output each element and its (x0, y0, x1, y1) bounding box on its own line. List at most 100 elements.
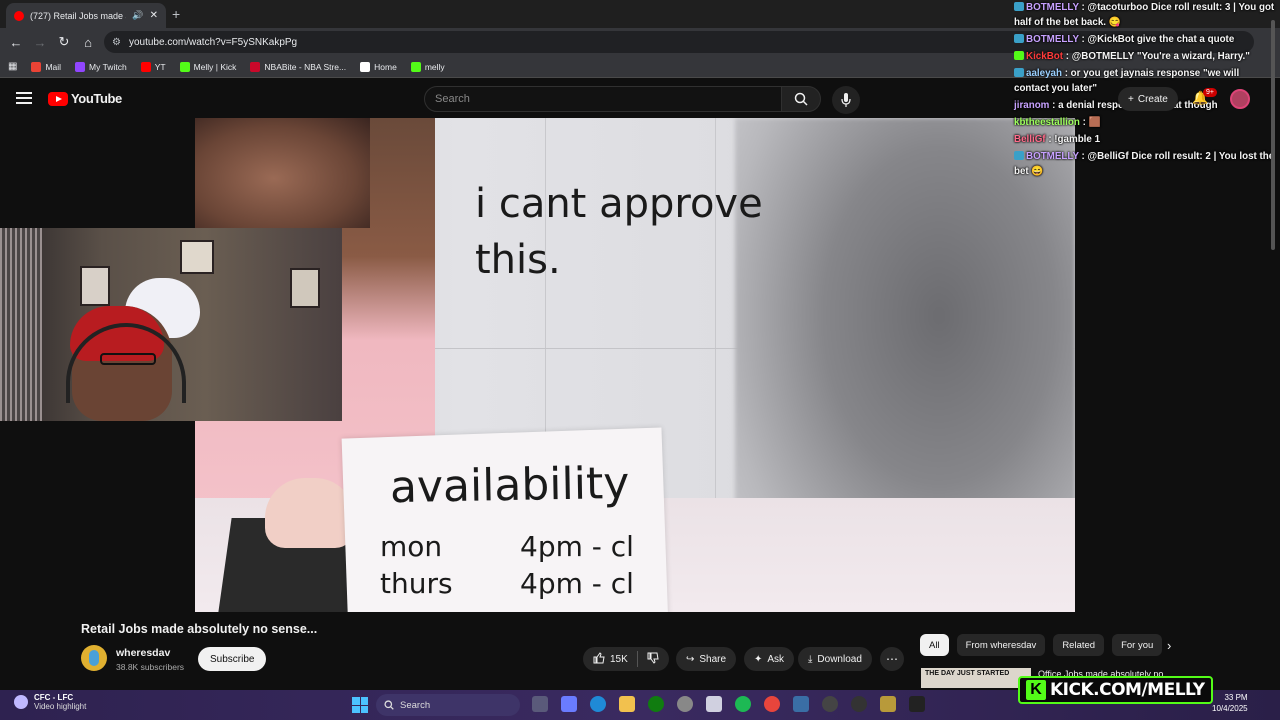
channel-name[interactable]: wheresdav (116, 647, 170, 659)
copilot-icon[interactable] (561, 696, 577, 712)
chat-message: kbtheestallion : 🟫 (1014, 115, 1276, 130)
task-view-icon[interactable] (532, 696, 548, 712)
tab-close-icon[interactable]: ✕ (150, 10, 158, 21)
news-widget[interactable]: CFC - LFC Video highlight (14, 693, 86, 711)
sub-badge-icon (1014, 68, 1024, 77)
chat-message: BelliGf : !gamble 1 (1014, 132, 1276, 147)
bot-badge-icon (1014, 34, 1024, 43)
widget-subtitle: Video highlight (34, 702, 87, 711)
taskbar-search[interactable]: Search (376, 694, 520, 716)
bookmark-home[interactable]: Home (360, 61, 397, 72)
new-tab-icon[interactable]: + (172, 6, 180, 22)
file-explorer-icon[interactable] (619, 696, 635, 712)
photos-icon[interactable] (793, 696, 809, 712)
spotify-icon[interactable] (735, 696, 751, 712)
search-icon (384, 700, 394, 710)
bookmark-melly[interactable]: melly (410, 61, 445, 72)
bookmark-melly-kick[interactable]: Melly | Kick (179, 61, 237, 72)
page-scrollbar[interactable] (1271, 20, 1275, 250)
bookmark-label: NBABite - NBA Stre... (264, 61, 347, 72)
chat-text: : @BOTMELLY "You're a wizard, Harry." (1065, 51, 1250, 62)
store-icon[interactable] (706, 696, 722, 712)
chat-username: kbtheestallion (1014, 117, 1080, 128)
app-icon[interactable] (909, 696, 925, 712)
home-icon[interactable]: ⌂ (76, 35, 100, 50)
bookmark-label: Melly | Kick (193, 61, 237, 72)
recommendation-thumbnail[interactable]: THE DAY JUST STARTED (921, 668, 1031, 688)
subscriber-count: 38.8K subscribers (116, 662, 185, 672)
recommendation-chips: All From wheresdav Related For you (920, 634, 1163, 656)
chevron-right-icon[interactable]: › (1167, 638, 1171, 653)
paper-time: 4pm - cl (520, 530, 634, 563)
webcam-blinds (0, 228, 42, 421)
download-button[interactable]: ⤓ Download (798, 647, 872, 671)
channel-avatar[interactable] (81, 645, 107, 671)
bookmark-label: Mail (45, 61, 62, 72)
subscribe-button[interactable]: Subscribe (198, 647, 267, 671)
bookmark-mail[interactable]: Mail (31, 61, 62, 72)
widget-icon (14, 695, 28, 709)
video-title: Retail Jobs made absolutely no sense... (81, 622, 318, 636)
bookmark-label: Home (374, 61, 397, 72)
chat-username: jiranom (1014, 100, 1050, 111)
dislike-button[interactable] (647, 652, 659, 667)
like-button[interactable] (593, 651, 605, 667)
edge-icon[interactable] (590, 696, 606, 712)
bookmark-label: My Twitch (89, 61, 127, 72)
url-text: youtube.com/watch?v=F5ySNKakpPg (128, 36, 298, 48)
system-clock[interactable]: 33 PM 10/4/2025 (1212, 692, 1248, 714)
app-icon[interactable] (880, 696, 896, 712)
share-button[interactable]: ↪ Share (676, 647, 737, 671)
paper-title: availability (389, 457, 630, 514)
create-label: Create (1137, 93, 1168, 105)
bot-badge-icon (1014, 2, 1024, 11)
wall-picture (80, 266, 110, 306)
more-actions-icon[interactable]: ⋯ (880, 647, 904, 671)
ask-button[interactable]: ✦ Ask (744, 647, 795, 671)
search-button[interactable] (781, 86, 821, 112)
audio-playing-icon[interactable]: 🔊 (132, 10, 143, 21)
voice-search-button[interactable] (832, 86, 860, 114)
chip-from-channel[interactable]: From wheresdav (956, 634, 1046, 656)
bookmark-label: YT (154, 61, 166, 72)
like-count: 15K (610, 653, 628, 665)
bookmark-icon (31, 61, 42, 72)
chat-message: KickBot : @BOTMELLY "You're a wizard, Ha… (1014, 49, 1276, 64)
site-info-icon[interactable]: ⚙ (112, 37, 121, 48)
obs-icon[interactable] (851, 696, 867, 712)
kick-channel-banner: K KICK.COM/MELLY (1018, 676, 1213, 704)
chat-text: : 🟫 (1082, 117, 1101, 128)
chat-message: BOTMELLY : @tacoturboo Dice roll result:… (1014, 0, 1276, 30)
search-input[interactable]: Search (424, 86, 782, 112)
notification-count-badge: 9+ (1203, 88, 1217, 97)
share-icon: ↪ (686, 653, 695, 665)
browser-tab[interactable]: (727) Retail Jobs made abs... 🔊 ✕ (6, 3, 166, 28)
chip-related[interactable]: Related (1053, 634, 1105, 656)
taskbar-search-label: Search (400, 699, 431, 711)
settings-gear-icon[interactable] (677, 696, 693, 712)
chat-username: BOTMELLY (1026, 151, 1079, 162)
media-player-icon[interactable] (822, 696, 838, 712)
youtube-favicon-icon (14, 10, 24, 21)
apps-grid-icon[interactable]: ▦ (8, 61, 17, 72)
bookmark-yt[interactable]: YT (140, 61, 166, 72)
tab-title: (727) Retail Jobs made abs... (30, 10, 126, 21)
bookmark-my-twitch[interactable]: My Twitch (75, 61, 127, 72)
clock-date: 10/4/2025 (1212, 704, 1248, 713)
wall-picture (290, 268, 320, 308)
create-button[interactable]: + Create (1118, 87, 1178, 111)
share-label: Share (699, 653, 727, 665)
account-avatar[interactable] (1230, 89, 1250, 109)
windows-start-icon[interactable] (352, 697, 368, 713)
youtube-logo[interactable]: YouTube (48, 91, 122, 106)
chip-for-you[interactable]: For you (1112, 634, 1163, 656)
chat-username: aaleyah (1026, 68, 1062, 79)
xbox-icon[interactable] (648, 696, 664, 712)
chip-all[interactable]: All (920, 634, 949, 656)
menu-icon[interactable] (16, 92, 32, 104)
chrome-icon[interactable] (764, 696, 780, 712)
reload-icon[interactable]: ↻ (52, 34, 76, 50)
forward-icon[interactable]: → (28, 35, 52, 50)
bookmark-nbabite[interactable]: NBABite - NBA Stre... (250, 61, 347, 72)
back-icon[interactable]: ← (4, 35, 28, 50)
